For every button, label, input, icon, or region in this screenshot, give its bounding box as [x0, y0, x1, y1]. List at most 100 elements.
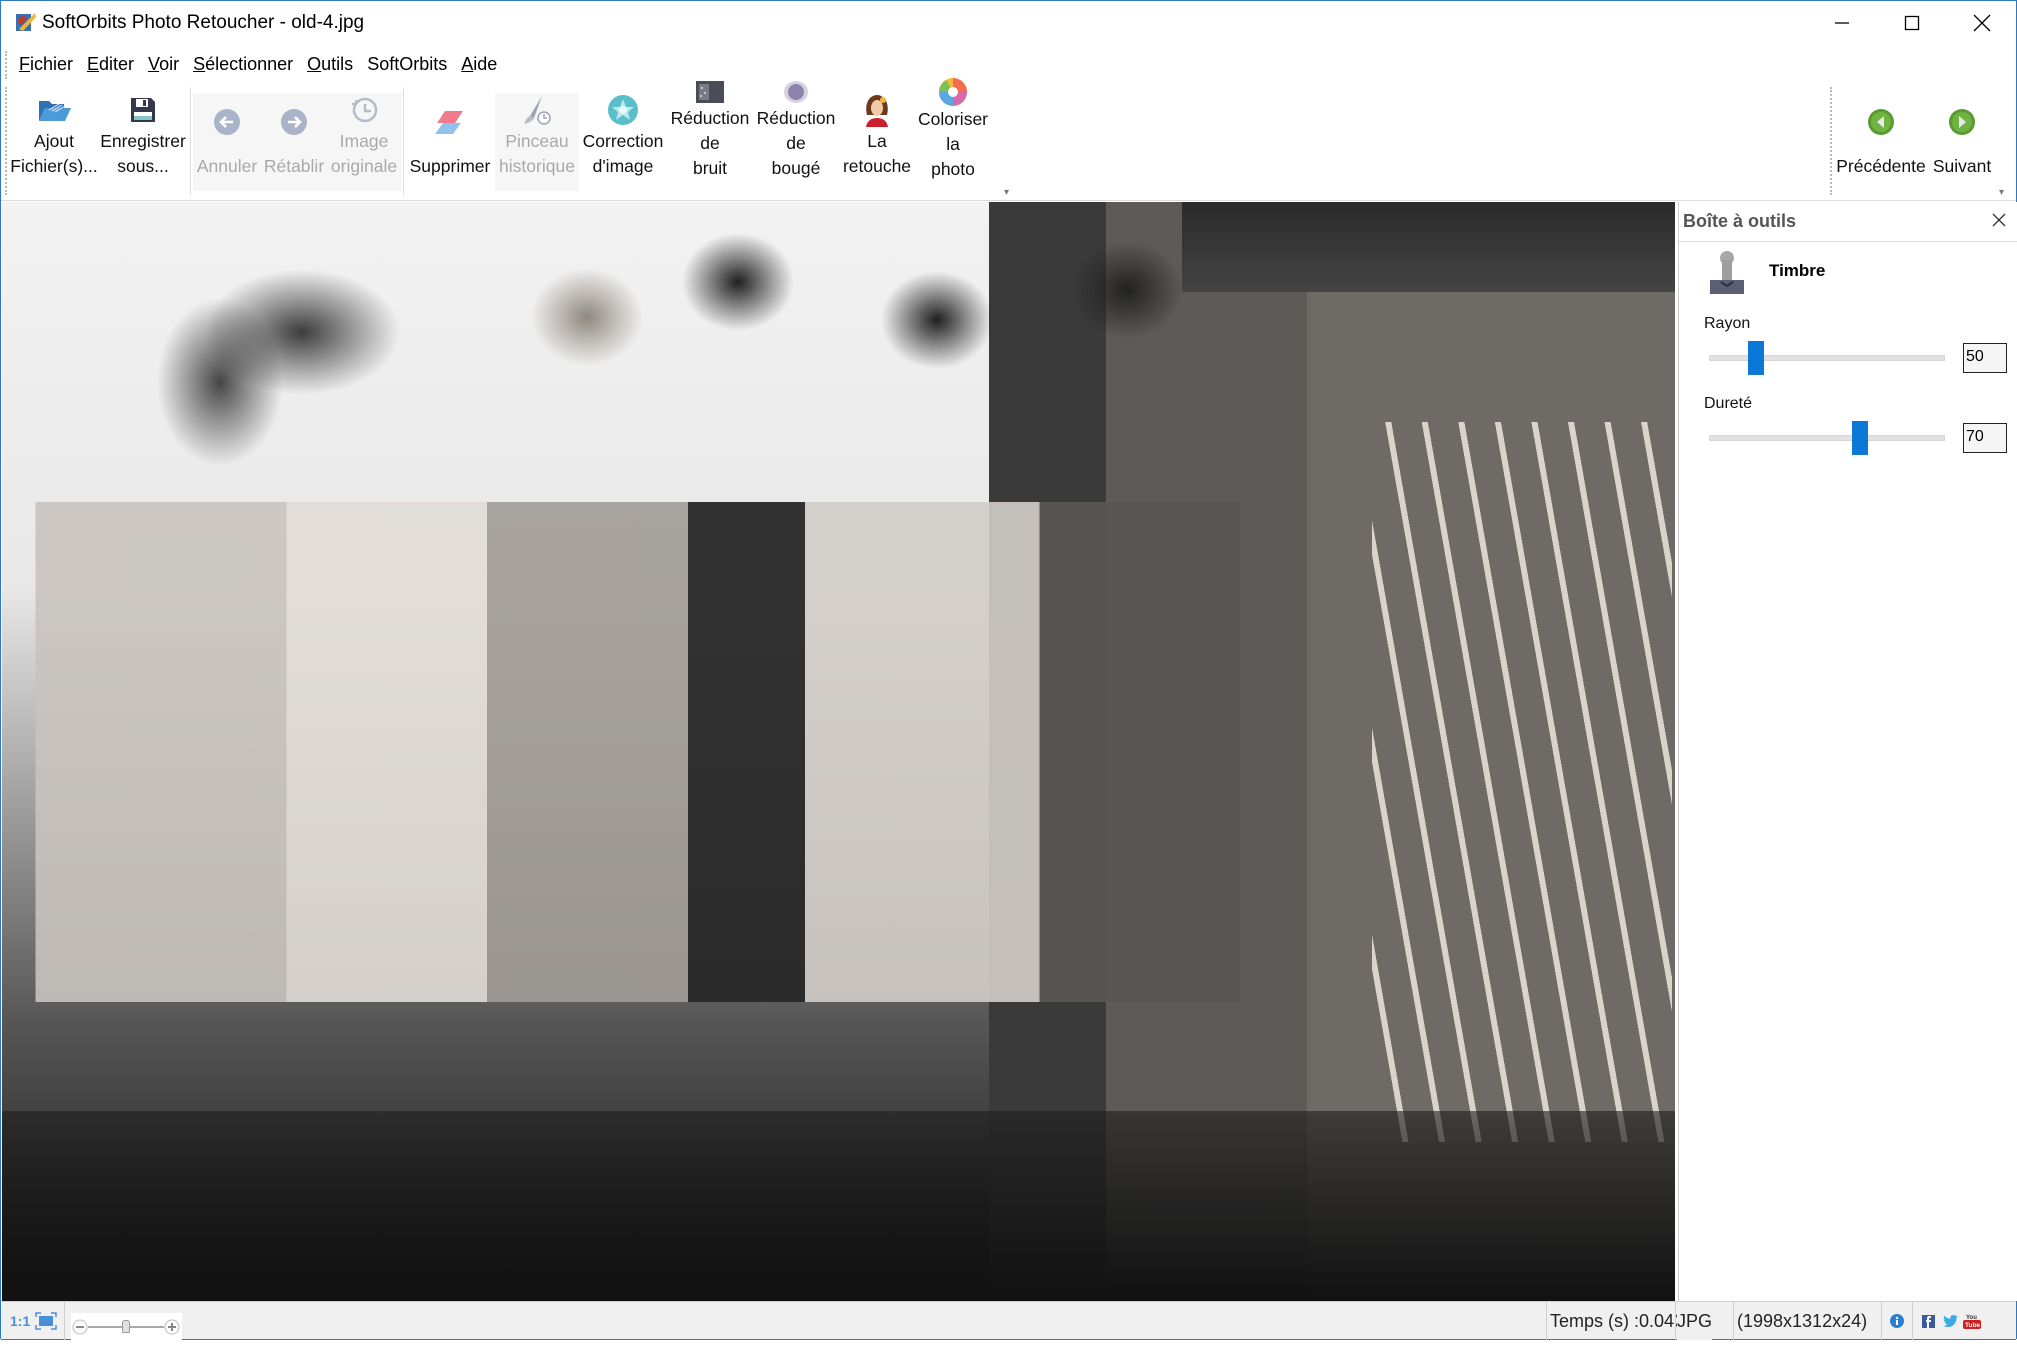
status-divider — [1675, 1302, 1676, 1340]
color-wheel-icon — [939, 78, 967, 106]
original-image-button[interactable]: Image originale — [328, 89, 400, 195]
menu-voir[interactable]: Voir — [142, 54, 185, 75]
blur-reduction-label: Réduction de bougé — [756, 108, 836, 178]
svg-text:Tube: Tube — [1965, 1322, 1980, 1329]
floppy-disk-icon — [131, 98, 155, 122]
undo-label: Annuler — [196, 156, 258, 176]
image-correction-icon — [608, 95, 638, 125]
zoom-slider[interactable] — [71, 1313, 182, 1341]
hardness-label: Dureté — [1704, 395, 1753, 412]
redo-label: Rétablir — [263, 156, 325, 176]
photo-shed-roof — [1182, 202, 1675, 292]
toolbar-separator — [403, 87, 404, 195]
toolbox-panel: Boîte à outils Timbre Rayon 50 Dureté 70 — [1678, 202, 2017, 1301]
fit-to-window-button[interactable] — [35, 1302, 57, 1340]
status-divider — [1881, 1302, 1882, 1340]
status-divider — [1733, 1302, 1734, 1340]
radius-slider-track — [1709, 355, 1945, 361]
retouch-button[interactable]: La retouche — [839, 89, 915, 195]
zoom-1to1-button[interactable]: 1:1 — [10, 1302, 30, 1340]
toolbox-header: Boîte à outils — [1679, 202, 2017, 242]
image-correction-label: Correction d'image — [582, 131, 664, 176]
menu-selectionner[interactable]: Sélectionner — [187, 54, 299, 75]
twitter-button[interactable] — [1943, 1302, 1958, 1340]
maximize-button[interactable] — [1877, 1, 1947, 45]
radius-slider-thumb[interactable] — [1748, 341, 1765, 375]
original-image-label: Image originale — [330, 131, 398, 176]
maximize-icon — [1904, 15, 1920, 31]
hardness-slider[interactable] — [1709, 421, 1945, 455]
close-button[interactable] — [1947, 1, 2017, 45]
colorize-photo-button[interactable]: Coloriser la photo — [915, 75, 991, 181]
redo-arrow-icon — [281, 109, 307, 135]
history-clock-icon — [352, 97, 378, 123]
tool-name: Timbre — [1769, 261, 1826, 280]
photo-ground — [2, 1111, 1675, 1301]
zoom-slider-thumb[interactable] — [122, 1320, 130, 1333]
minimize-button[interactable] — [1807, 1, 1877, 45]
menu-aide[interactable]: Aide — [455, 54, 503, 75]
twitter-icon — [1943, 1315, 1958, 1327]
window-title: SoftOrbits Photo Retoucher - old-4.jpg — [42, 12, 365, 33]
add-files-label: Ajout Fichier(s)... — [10, 131, 98, 176]
photo-image[interactable] — [2, 202, 1675, 1301]
next-button[interactable]: Suivant — [1927, 89, 1997, 195]
facebook-icon — [1922, 1314, 1935, 1328]
save-as-label: Enregistrer sous... — [100, 131, 186, 176]
info-icon — [1890, 1314, 1904, 1328]
fit-window-icon — [35, 1312, 57, 1330]
delete-label: Supprimer — [409, 156, 491, 176]
add-files-button[interactable]: Ajout Fichier(s)... — [10, 89, 98, 195]
hardness-slider-track — [1709, 435, 1945, 441]
toolbar-overflow-chevron[interactable]: ▾ — [1004, 187, 1009, 198]
next-arrow-icon — [1949, 109, 1975, 135]
youtube-button[interactable]: You Tube — [1963, 1302, 1981, 1340]
toolbar: Ajout Fichier(s)... Enregistrer sous... … — [1, 78, 2016, 201]
stamp-icon — [1710, 251, 1744, 294]
hardness-input[interactable]: 70 — [1963, 423, 2007, 453]
next-label: Suivant — [1932, 156, 1992, 176]
radius-input[interactable]: 50 — [1963, 343, 2007, 373]
status-divider — [1546, 1302, 1547, 1340]
minimize-icon — [1835, 22, 1849, 24]
redo-button[interactable]: Rétablir — [260, 89, 328, 195]
blur-reduction-icon — [784, 80, 808, 103]
facebook-button[interactable] — [1922, 1302, 1935, 1340]
menu-fichier[interactable]: Fichier — [13, 54, 79, 75]
blur-reduction-button[interactable]: Réduction de bougé — [753, 75, 839, 181]
youtube-icon: YouTube — [1963, 1315, 1981, 1329]
app-window: SoftOrbits Photo Retoucher - old-4.jpg F… — [0, 0, 2017, 1341]
noise-reduction-icon — [696, 80, 724, 103]
menu-outils[interactable]: Outils — [301, 54, 359, 75]
history-brush-icon — [524, 96, 551, 125]
history-brush-label: Pinceau historique — [499, 131, 575, 176]
app-logo-icon — [16, 13, 36, 31]
info-button[interactable] — [1890, 1302, 1904, 1340]
menu-softorbits[interactable]: SoftOrbits — [361, 54, 453, 75]
status-bar: 1:1 Temps (s) :0.043 JPG (1998x1312x24) — [1, 1301, 2016, 1341]
previous-arrow-icon — [1868, 109, 1894, 135]
image-canvas[interactable] — [2, 202, 1675, 1301]
save-as-button[interactable]: Enregistrer sous... — [98, 89, 188, 195]
eraser-icon — [435, 111, 463, 134]
undo-arrow-icon — [214, 109, 240, 135]
history-brush-button[interactable]: Pinceau historique — [495, 89, 579, 195]
undo-button[interactable]: Annuler — [194, 89, 260, 195]
photo-sticks — [1372, 422, 1672, 1142]
toolbar-gripper — [1830, 87, 1832, 195]
radius-slider[interactable] — [1709, 341, 1945, 375]
noise-reduction-label: Réduction de bruit — [670, 108, 750, 178]
close-panel-icon[interactable] — [1991, 212, 2007, 228]
toolbox-title: Boîte à outils — [1683, 211, 1797, 231]
noise-reduction-button[interactable]: Réduction de bruit — [667, 75, 753, 181]
retouch-face-icon — [866, 95, 888, 127]
menu-bar: Fichier Editer Voir Sélectionner Outils … — [1, 45, 2016, 83]
previous-button[interactable]: Précédente — [1835, 89, 1927, 195]
nav-overflow-chevron[interactable]: ▾ — [1999, 187, 2004, 198]
previous-label: Précédente — [1836, 156, 1926, 176]
delete-button[interactable]: Supprimer — [406, 89, 494, 195]
hardness-slider-thumb[interactable] — [1852, 421, 1869, 455]
title-bar: SoftOrbits Photo Retoucher - old-4.jpg — [1, 1, 2016, 45]
menu-editer[interactable]: Editer — [81, 54, 140, 75]
image-correction-button[interactable]: Correction d'image — [579, 89, 667, 195]
